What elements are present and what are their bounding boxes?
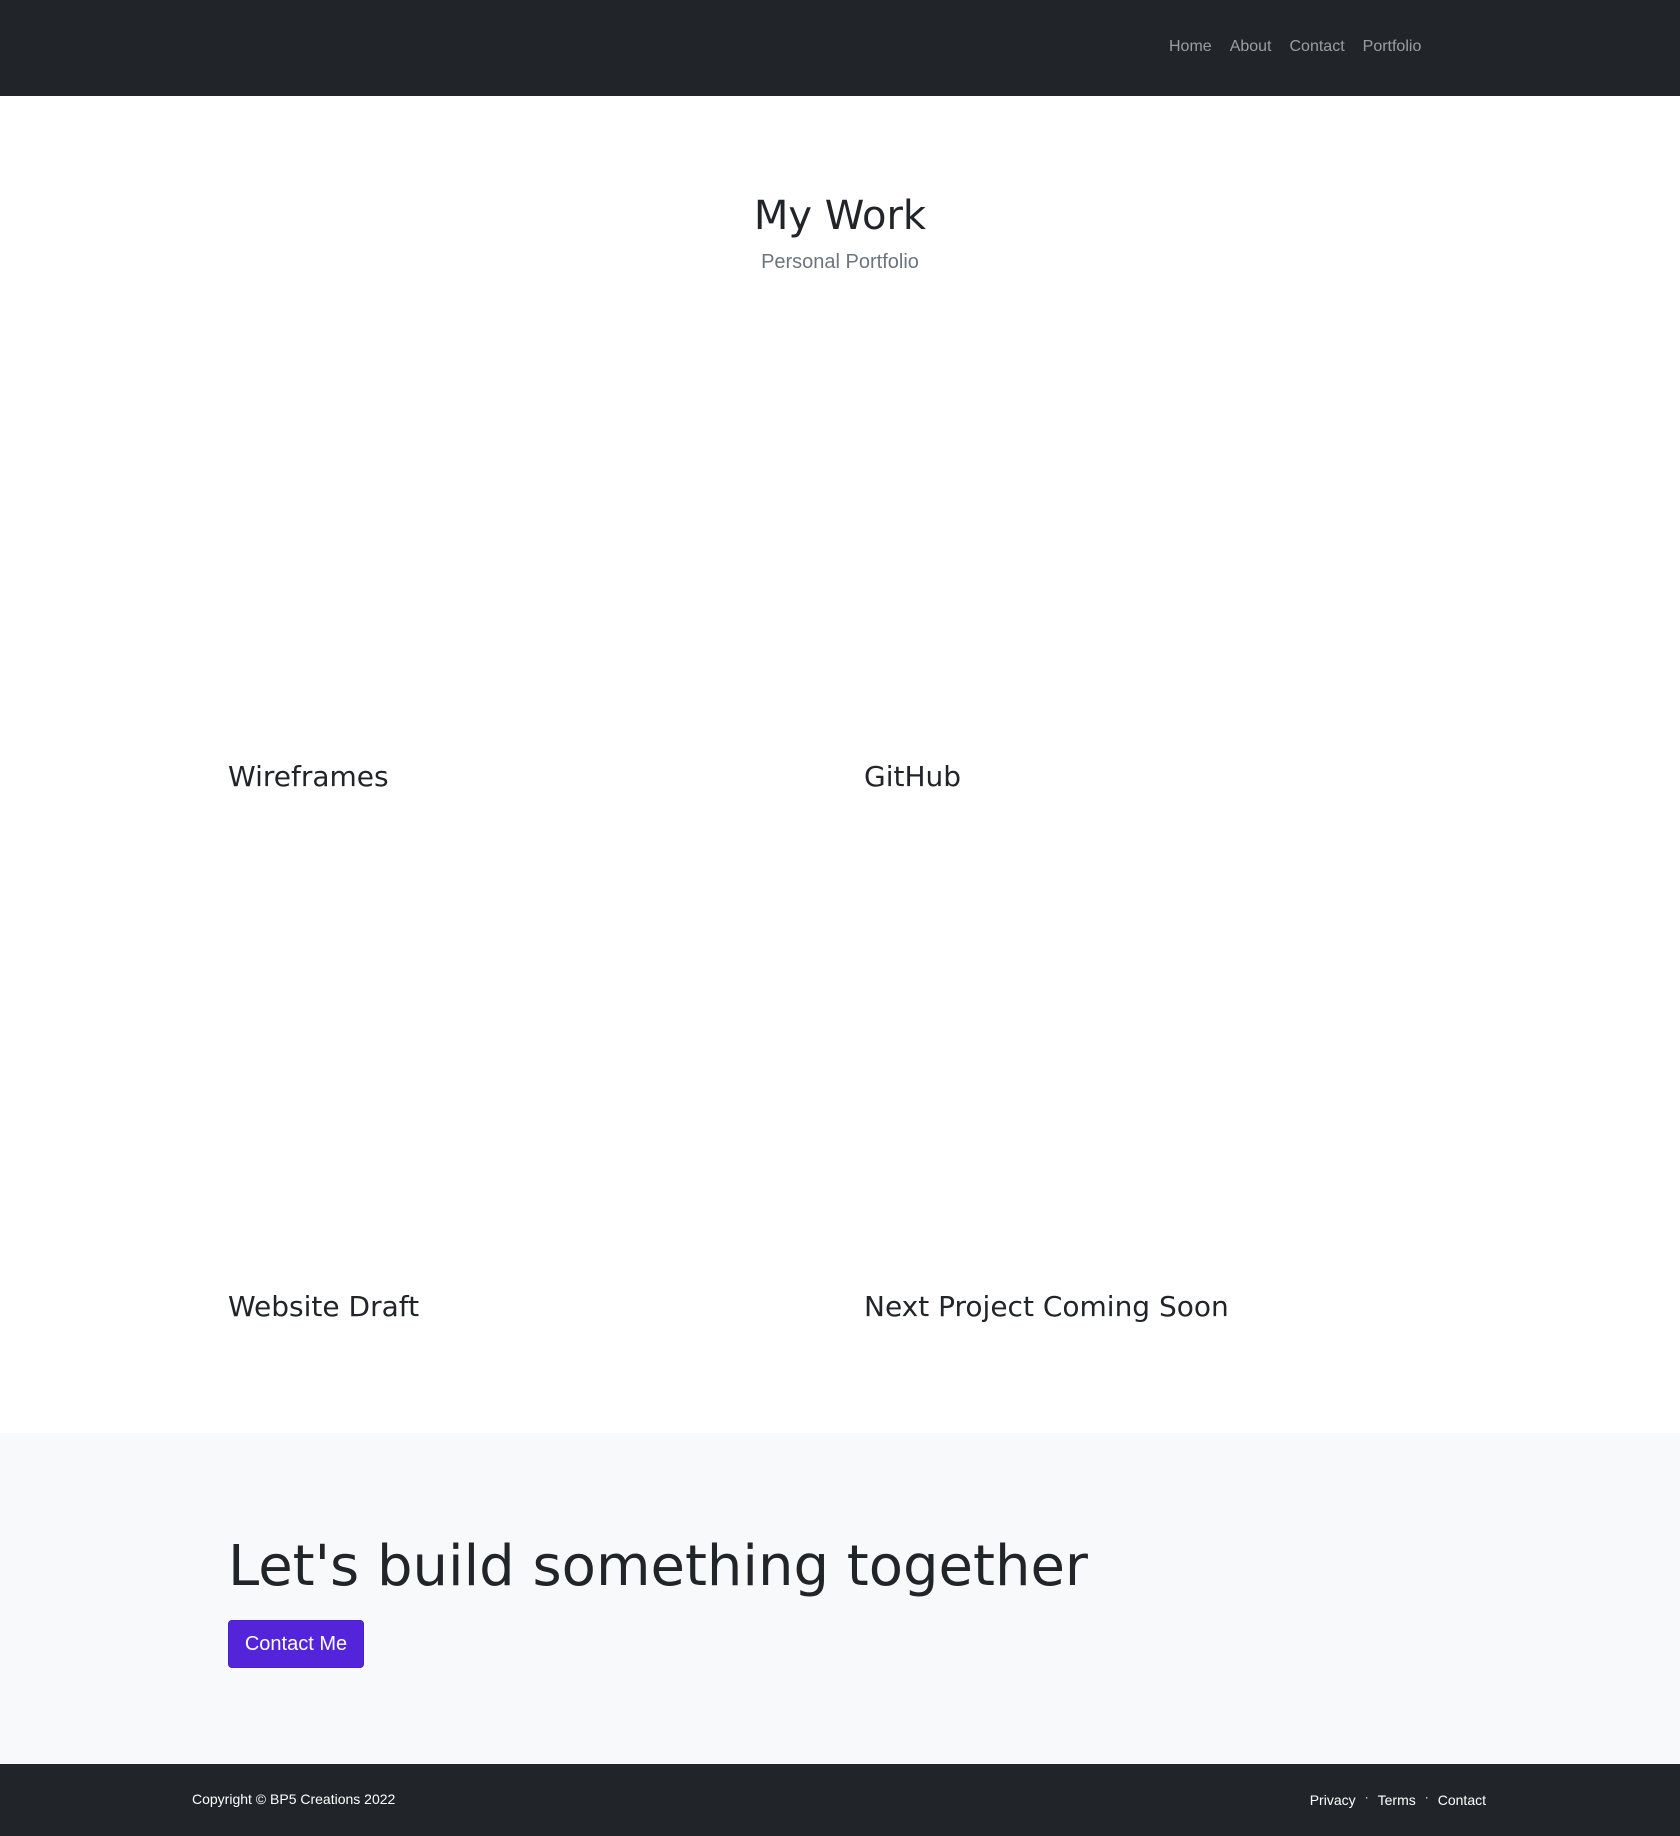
- portfolio-item-website-draft[interactable]: Website Draft: [228, 860, 798, 1324]
- portfolio-item-next-project[interactable]: Next Project Coming Soon: [864, 860, 1434, 1324]
- footer-links: Privacy · Terms · Contact: [1310, 1790, 1486, 1809]
- footer: Copyright © BP5 Creations 2022 Privacy ·…: [0, 1764, 1680, 1836]
- page-subtitle: Personal Portfolio: [761, 251, 919, 273]
- portfolio-image[interactable]: [228, 860, 798, 1290]
- footer-copyright: Copyright © BP5 Creations 2022: [192, 1791, 396, 1807]
- portfolio-image[interactable]: [864, 860, 1434, 1290]
- nav-link-contact[interactable]: Contact: [1281, 37, 1354, 57]
- portfolio-title: Website Draft: [228, 1290, 420, 1323]
- portfolio-title: Wireframes: [228, 760, 389, 793]
- footer-separator: ·: [1424, 1790, 1429, 1804]
- portfolio-title: Next Project Coming Soon: [864, 1290, 1229, 1323]
- cta-section: Let's build something together Contact M…: [0, 1433, 1680, 1764]
- nav-link-home[interactable]: Home: [1160, 37, 1221, 57]
- cta-heading: Let's build something together: [228, 1534, 1088, 1599]
- portfolio-item-github[interactable]: GitHub: [864, 330, 1434, 794]
- footer-link-contact[interactable]: Contact: [1438, 1792, 1486, 1809]
- page-title: My Work: [753, 193, 927, 239]
- nav-links: Home About Contact Portfolio: [1160, 37, 1430, 57]
- nav-link-portfolio[interactable]: Portfolio: [1354, 37, 1431, 57]
- footer-link-privacy[interactable]: Privacy: [1310, 1792, 1356, 1809]
- navbar: Home About Contact Portfolio: [0, 0, 1680, 96]
- portfolio-image[interactable]: [864, 330, 1434, 760]
- portfolio-item-wireframes[interactable]: Wireframes: [228, 330, 798, 794]
- portfolio-title: GitHub: [864, 760, 962, 793]
- portfolio-image[interactable]: [228, 330, 798, 760]
- footer-separator: ·: [1364, 1790, 1369, 1804]
- footer-link-terms[interactable]: Terms: [1378, 1792, 1416, 1809]
- nav-link-about[interactable]: About: [1221, 37, 1281, 57]
- contact-me-button[interactable]: Contact Me: [228, 1620, 364, 1668]
